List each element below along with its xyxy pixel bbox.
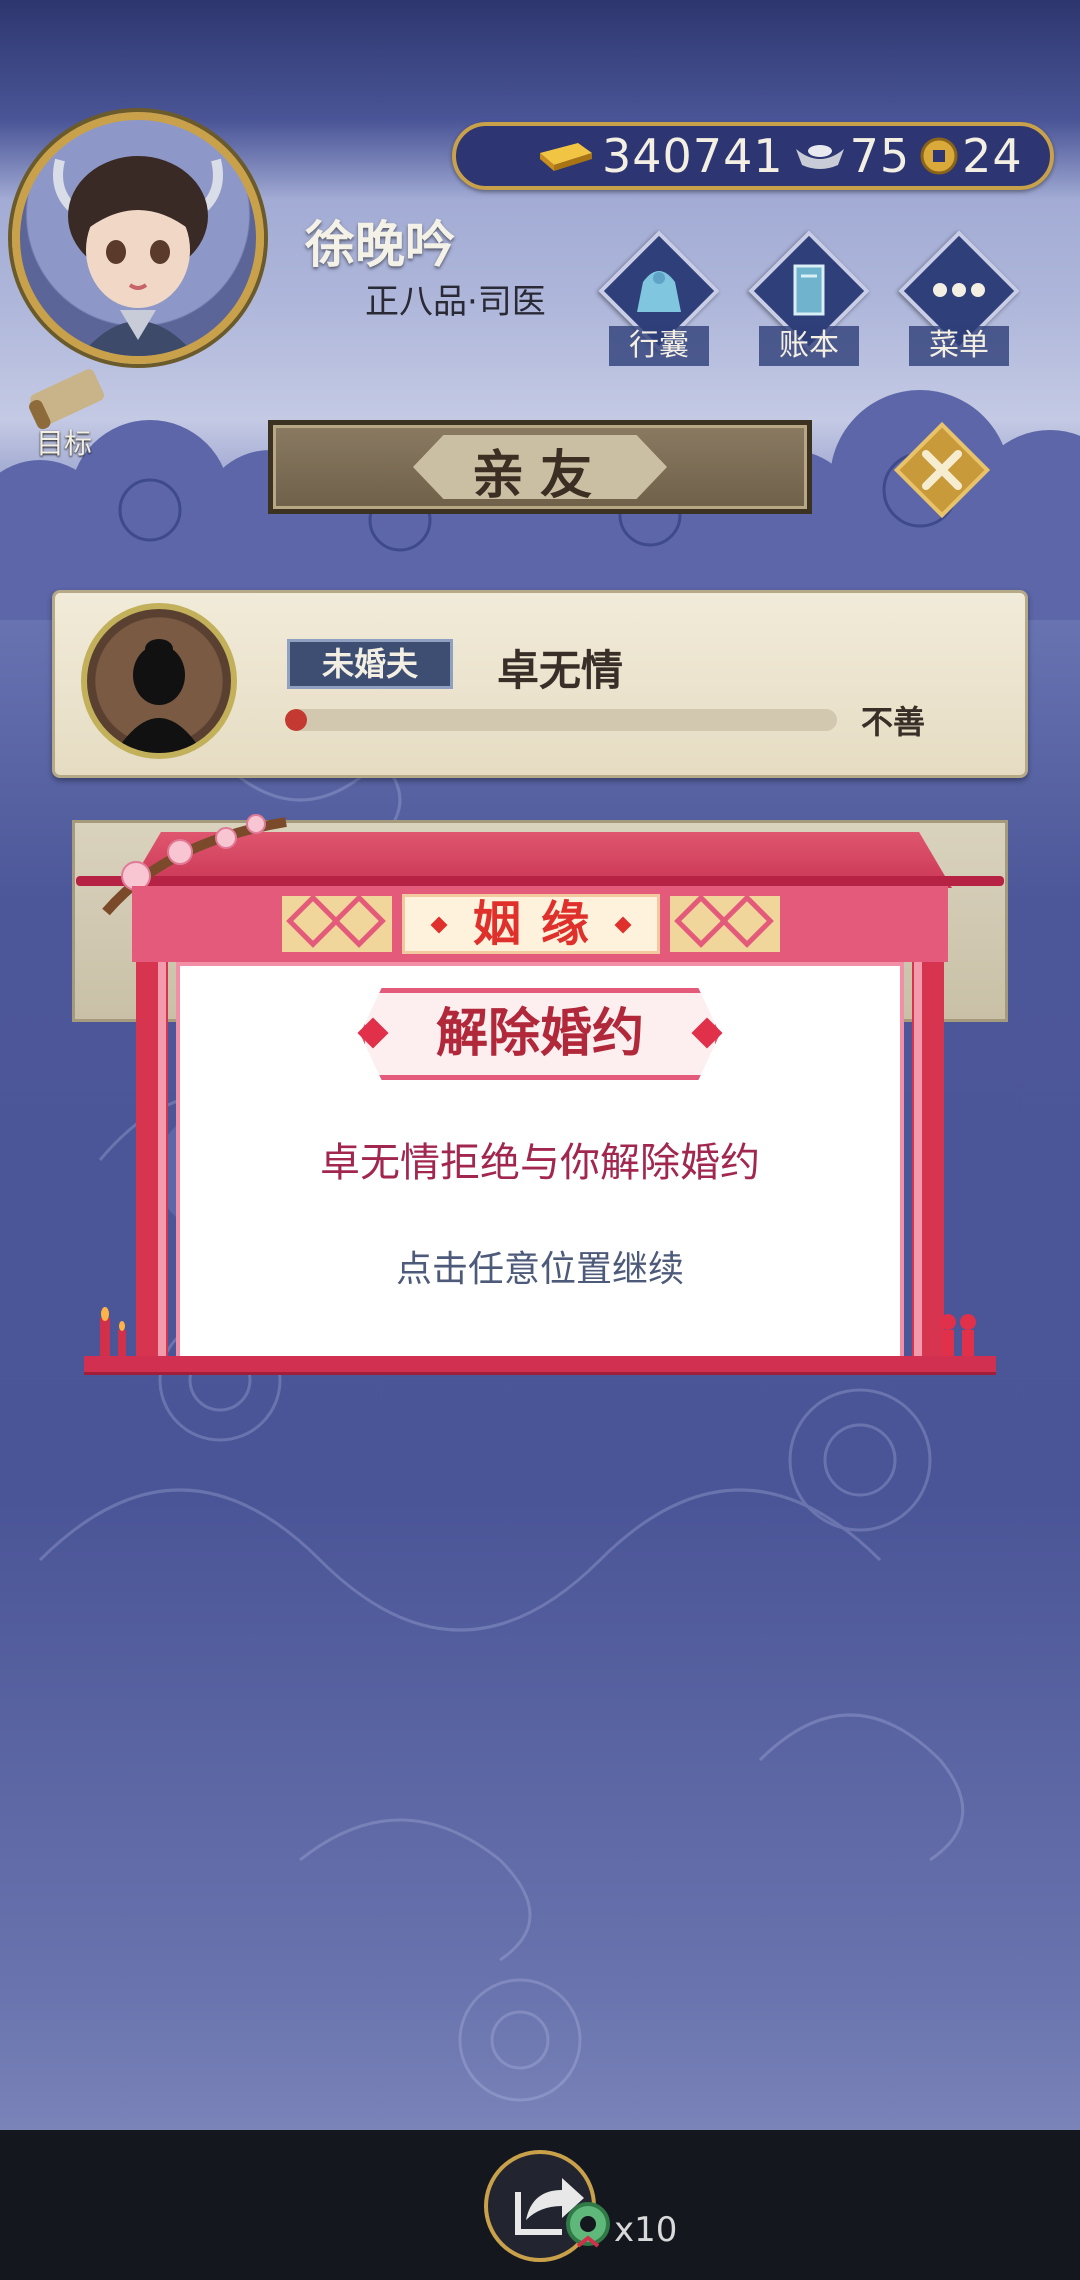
resource-bar: 340741 75 24 xyxy=(452,122,1054,190)
bag-label: 行囊 xyxy=(609,326,709,366)
bottom-bar: x10 xyxy=(0,2130,1080,2280)
coin-resource[interactable]: 24 xyxy=(920,129,1023,183)
silver-resource[interactable]: 75 xyxy=(794,129,911,183)
candle-icon xyxy=(100,1307,126,1364)
target-label: 目标 xyxy=(36,427,93,460)
dialog-title: 解除婚约 xyxy=(435,1004,644,1064)
favor-label: 不善 xyxy=(861,703,926,741)
dialog-base xyxy=(84,1356,996,1372)
favor-fill xyxy=(285,709,307,731)
target-button[interactable]: 目标 xyxy=(18,362,118,462)
player-avatar[interactable] xyxy=(12,112,264,364)
ledger-button[interactable]: 账本 xyxy=(744,230,874,368)
more-dots-icon xyxy=(894,260,1024,324)
silver-ingot-icon xyxy=(795,145,844,169)
copper-coin-icon xyxy=(920,137,958,175)
page-title-banner: 亲友 xyxy=(268,420,812,514)
gold-ingot-icon xyxy=(540,143,592,171)
marriage-dialog[interactable]: 姻缘 解除婚约 卓无情拒绝与你解除婚约 点击任意位置继续 xyxy=(76,814,1004,1380)
lintel-center: 姻缘 xyxy=(402,894,660,954)
ledger-label: 账本 xyxy=(759,326,859,366)
menu-label: 菜单 xyxy=(909,326,1009,366)
portrait-icon xyxy=(53,156,223,356)
lintel-ornament xyxy=(720,894,774,948)
lintel-ornament xyxy=(332,894,386,948)
menu-button[interactable]: 菜单 xyxy=(894,230,1024,368)
friend-name: 卓无情 xyxy=(497,646,624,695)
lintel-panel-left xyxy=(282,894,392,952)
bag-button[interactable]: 行囊 xyxy=(594,230,724,368)
lucky-knot-icon xyxy=(940,1314,976,1358)
favor-bar xyxy=(285,709,837,731)
close-button[interactable] xyxy=(892,420,992,520)
page-title: 亲友 xyxy=(471,445,608,506)
lintel-panel-right xyxy=(670,894,780,952)
friend-avatar xyxy=(81,603,237,759)
silver-amount: 75 xyxy=(849,129,911,183)
ledger-icon xyxy=(744,260,874,324)
coin-amount: 24 xyxy=(962,129,1023,183)
continue-hint[interactable]: 点击任意位置继续 xyxy=(176,1240,904,1292)
player-rank: 正八品·司医 xyxy=(365,282,546,322)
player-name: 徐晚吟 xyxy=(305,216,455,274)
dialog-message: 卓无情拒绝与你解除婚约 xyxy=(320,1140,760,1186)
friend-card[interactable]: 未婚夫 卓无情 不善 xyxy=(52,590,1028,778)
jade-token-icon xyxy=(566,2202,610,2248)
right-pillar xyxy=(912,962,944,1362)
relation-badge: 未婚夫 xyxy=(287,639,453,689)
gold-resource[interactable]: 340741 xyxy=(532,129,784,183)
silhouette-icon xyxy=(115,639,203,753)
share-reward-count: x10 xyxy=(614,2210,678,2250)
close-icon xyxy=(893,421,991,519)
bag-icon xyxy=(594,260,724,324)
left-pillar xyxy=(136,962,168,1362)
dialog-lintel: 姻缘 xyxy=(132,886,948,962)
gold-amount: 340741 xyxy=(602,129,784,183)
